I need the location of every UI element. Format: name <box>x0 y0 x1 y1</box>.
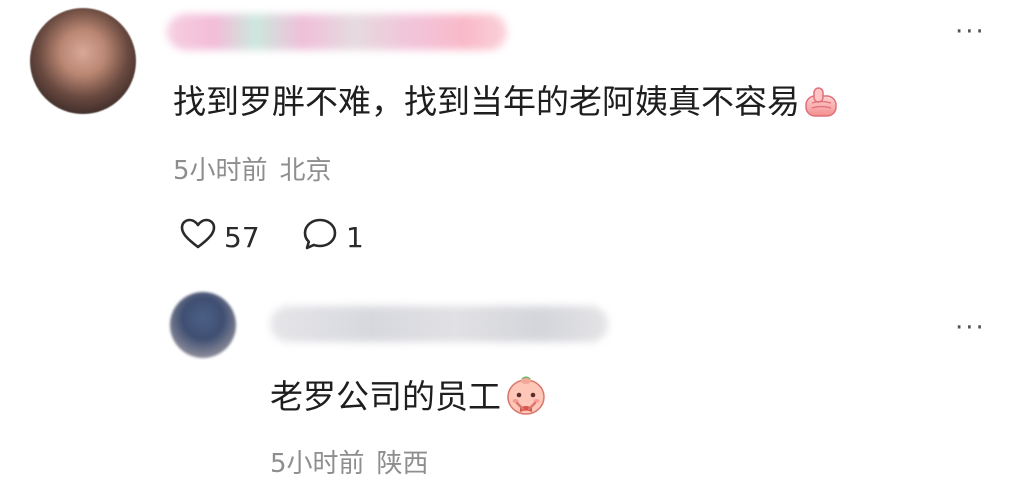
comment-location: 北京 <box>279 156 332 186</box>
reply-meta: 5小时前 陕西 <box>270 446 429 482</box>
replier-username-blurred[interactable] <box>270 306 608 342</box>
reply-text-content: 老罗公司的员工 <box>270 377 501 416</box>
reply-location: 陕西 <box>376 449 429 479</box>
speech-bubble-icon <box>302 217 346 258</box>
comment-text: 找到罗胖不难，找到当年的老阿姨真不容易 <box>173 80 838 124</box>
heart-outline-icon <box>180 218 224 257</box>
commenter-username-blurred[interactable] <box>167 14 507 50</box>
reply-button[interactable]: 1 <box>302 217 364 257</box>
pleading-face-emoji-icon <box>505 372 547 416</box>
replier-avatar[interactable] <box>170 292 236 358</box>
like-count: 57 <box>224 220 260 254</box>
comment-meta: 5小时前 北京 <box>173 153 332 189</box>
reply-time: 5小时前 <box>270 449 365 479</box>
comment-more-button[interactable]: ··· <box>955 19 995 45</box>
comment-text-content: 找到罗胖不难，找到当年的老阿姨真不容易 <box>173 82 800 121</box>
like-button[interactable]: 57 <box>180 217 260 257</box>
thumbs-up-emoji-icon <box>804 85 838 117</box>
comment-time: 5小时前 <box>173 156 268 186</box>
commenter-avatar[interactable] <box>30 8 136 114</box>
reply-text: 老罗公司的员工 <box>270 372 547 419</box>
reply-more-button[interactable]: ··· <box>955 315 995 341</box>
reply-count: 1 <box>346 220 364 254</box>
